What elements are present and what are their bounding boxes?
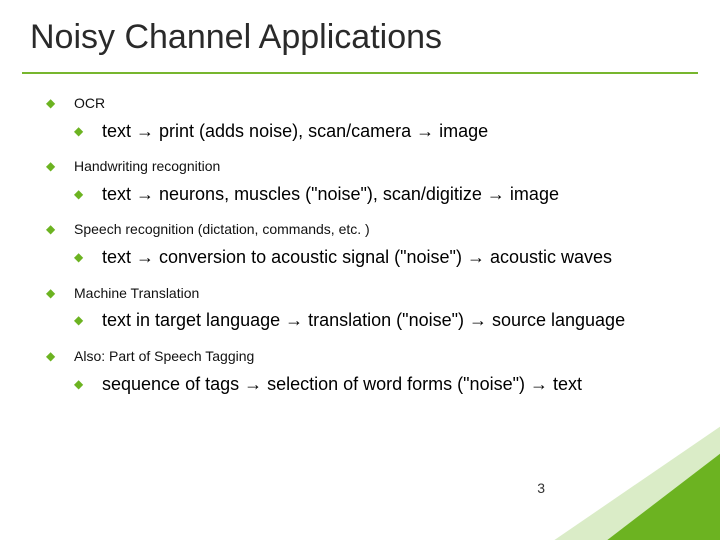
slide-title: Noisy Channel Applications <box>30 18 442 57</box>
bullet-level2: text → print (adds noise), scan/camera →… <box>74 119 696 143</box>
title-underline <box>22 72 698 74</box>
bullet-level2: sequence of tags → selection of word for… <box>74 372 696 396</box>
bullet-level2: text in target language → translation ("… <box>74 308 696 332</box>
bullet-level2: text → neurons, muscles ("noise"), scan/… <box>74 182 696 206</box>
bullet-level1: OCR <box>46 94 696 113</box>
corner-triangle-main <box>606 453 720 540</box>
page-number: 3 <box>537 480 545 496</box>
bullet-level1: Machine Translation <box>46 284 696 303</box>
bullet-level1: Also: Part of Speech Tagging <box>46 347 696 366</box>
bullet-level2: text → conversion to acoustic signal ("n… <box>74 245 696 269</box>
slide-body: OCR text → print (adds noise), scan/came… <box>46 94 696 410</box>
slide: Noisy Channel Applications OCR text → pr… <box>0 0 720 540</box>
bullet-level1: Speech recognition (dictation, commands,… <box>46 220 696 239</box>
bullet-level1: Handwriting recognition <box>46 157 696 176</box>
